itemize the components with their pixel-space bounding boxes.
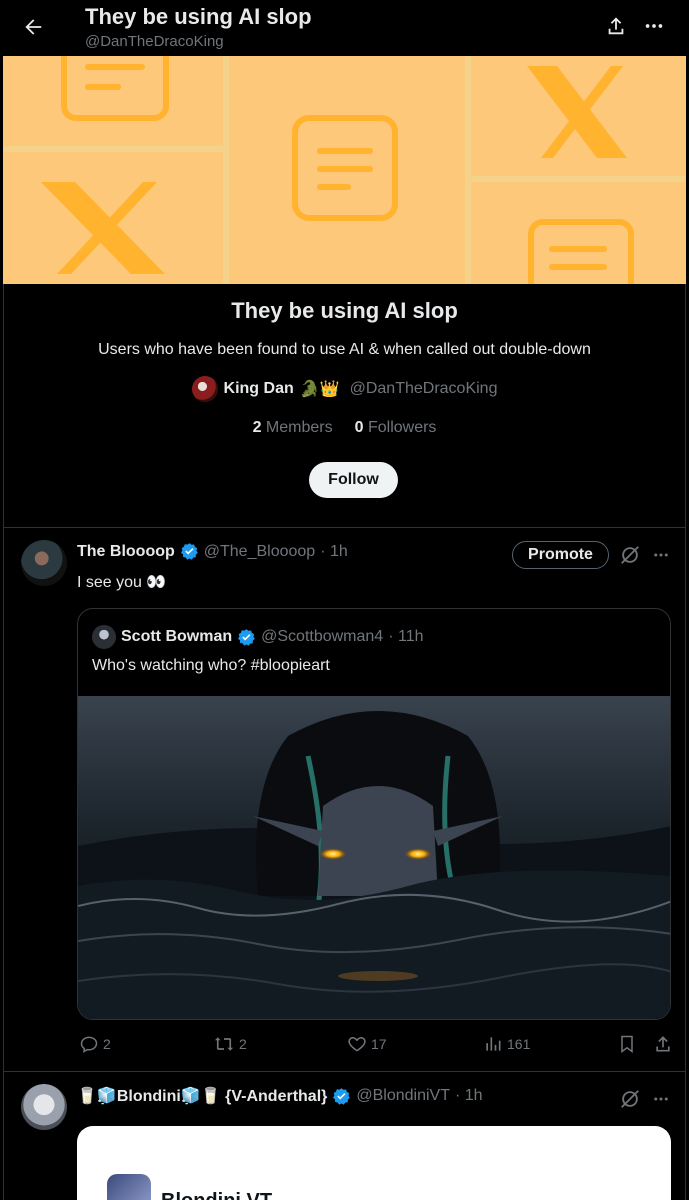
tweet-text: I see you 👀 <box>77 574 167 591</box>
verified-badge-icon <box>333 1087 351 1105</box>
back-button[interactable] <box>18 12 48 42</box>
quoted-tweet-text: Who's watching who? #bloopieart <box>92 657 330 674</box>
view-count: 161 <box>507 1036 531 1052</box>
followers-label: Followers <box>367 419 437 436</box>
bookmark-icon <box>621 1035 633 1053</box>
media-card[interactable]: Blondini VT <box>77 1126 671 1200</box>
share-button[interactable] <box>602 12 630 40</box>
owner-name-emoji: 🐊👑 <box>299 381 340 398</box>
page-subtitle-handle: @DanTheDracoKing <box>85 33 224 50</box>
owner-handle[interactable]: @DanTheDracoKing <box>350 380 498 398</box>
quoted-timestamp[interactable]: · 11h <box>388 628 423 646</box>
avatar <box>107 1174 151 1200</box>
card-title: Blondini VT <box>161 1190 272 1200</box>
more-horizontal-icon <box>654 553 668 557</box>
reply-count: 2 <box>103 1036 111 1052</box>
quoted-author-name[interactable]: Scott Bowman <box>121 628 232 646</box>
more-horizontal-icon <box>654 1097 668 1101</box>
followers-count: 0 <box>354 419 364 436</box>
tweet-author-handle[interactable]: @BlondiniVT <box>356 1087 450 1105</box>
tweet-header: The Bloooop @The_Bloooop · 1h <box>77 542 348 561</box>
verified-badge-icon <box>238 628 255 646</box>
share-button[interactable] <box>653 1034 673 1054</box>
like-count: 17 <box>371 1036 387 1052</box>
tweet-author-name[interactable]: 🥛🧊Blondini🧊🥛 {V-Anderthal} <box>77 1086 327 1106</box>
list-description: Users who have been found to use AI & wh… <box>98 341 591 358</box>
reply-button[interactable]: 2 <box>79 1034 111 1054</box>
top-bar: They be using AI slop @DanTheDracoKing <box>0 0 689 56</box>
tweet-timestamp[interactable]: · 1h <box>320 543 348 561</box>
tweet-author-name[interactable]: The Bloooop <box>77 543 175 561</box>
more-options-button[interactable] <box>640 12 668 40</box>
list-owner[interactable]: King Dan 🐊👑 @DanTheDracoKing <box>4 376 685 402</box>
tweet-more-button[interactable] <box>649 1088 673 1110</box>
repost-icon <box>214 1037 234 1051</box>
repost-button[interactable]: 2 <box>213 1034 247 1054</box>
x-logo-icon <box>527 66 627 158</box>
verified-badge-icon <box>180 543 198 560</box>
page-title: They be using AI slop <box>85 4 312 29</box>
repost-count: 2 <box>239 1036 247 1052</box>
quoted-tweet-image[interactable] <box>78 696 670 1019</box>
followers-link[interactable]: 0 Followers <box>355 419 437 437</box>
document-icon <box>292 115 398 221</box>
analytics-icon <box>486 1037 501 1051</box>
reply-icon <box>80 1036 98 1053</box>
list-banner <box>3 56 686 284</box>
x-logo-icon <box>41 182 165 274</box>
like-button[interactable]: 17 <box>347 1034 387 1054</box>
tweet[interactable]: The Bloooop @The_Bloooop · 1h Promote I … <box>3 528 686 1072</box>
tweet-actions: 2 2 17 161 <box>77 1034 677 1058</box>
list-info: They be using AI slop Users who have bee… <box>3 284 686 528</box>
tweet-more-button[interactable] <box>649 544 673 566</box>
bookmark-button[interactable] <box>617 1034 637 1054</box>
quoted-tweet-header: Scott Bowman @Scottbowman4 · 11h <box>92 625 423 649</box>
tweet[interactable]: 🥛🧊Blondini🧊🥛 {V-Anderthal} @BlondiniVT ·… <box>3 1072 686 1200</box>
grok-icon[interactable] <box>619 1088 641 1110</box>
arrow-left-icon <box>25 19 42 35</box>
document-icon <box>528 219 634 284</box>
share-icon <box>656 1036 670 1052</box>
more-horizontal-icon <box>645 24 663 28</box>
share-icon <box>608 17 624 35</box>
avatar[interactable] <box>21 1084 67 1130</box>
quoted-tweet[interactable]: Scott Bowman @Scottbowman4 · 11h Who's w… <box>77 608 671 1020</box>
members-count: 2 <box>252 419 262 436</box>
views-button[interactable]: 161 <box>483 1034 530 1054</box>
members-label: Members <box>265 419 333 436</box>
heart-icon <box>348 1036 366 1052</box>
owner-name[interactable]: King Dan <box>224 380 294 398</box>
members-link[interactable]: 2 Members <box>253 419 333 437</box>
list-stats: 2 Members 0 Followers <box>4 419 685 437</box>
avatar[interactable] <box>92 625 116 649</box>
quoted-author-handle[interactable]: @Scottbowman4 <box>261 628 383 646</box>
avatar[interactable] <box>191 376 218 402</box>
list-name: They be using AI slop <box>231 298 458 323</box>
avatar[interactable] <box>21 540 67 586</box>
promote-button[interactable]: Promote <box>512 541 609 569</box>
tweet-header: 🥛🧊Blondini🧊🥛 {V-Anderthal} @BlondiniVT ·… <box>77 1086 483 1106</box>
grok-icon[interactable] <box>619 544 641 566</box>
follow-button[interactable]: Follow <box>309 462 398 498</box>
tweet-timestamp[interactable]: · 1h <box>455 1087 483 1105</box>
tweet-author-handle[interactable]: @The_Bloooop <box>204 543 315 561</box>
document-icon <box>61 56 169 121</box>
